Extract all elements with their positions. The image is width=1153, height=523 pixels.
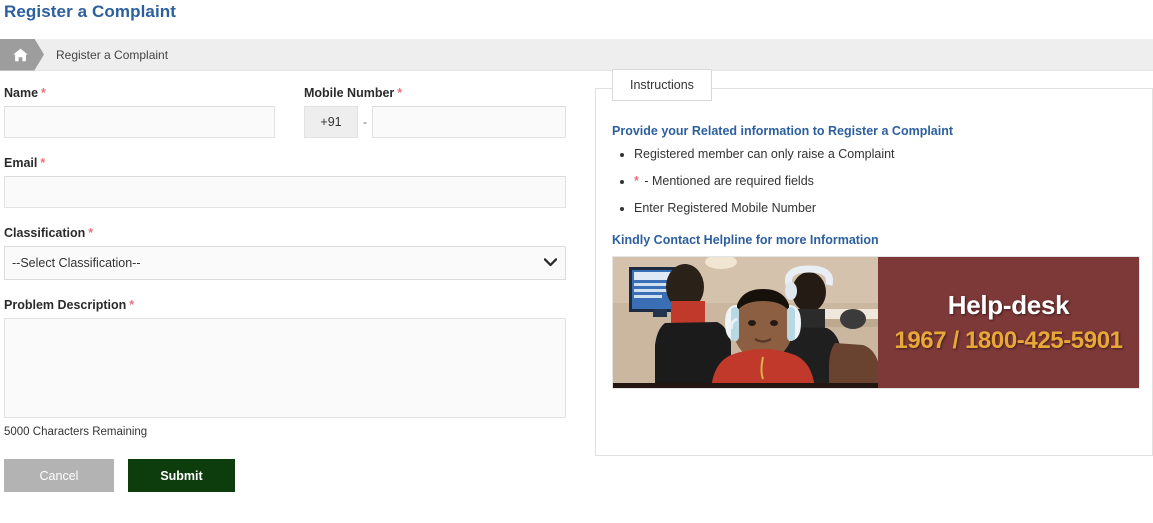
page-title: Register a Complaint [4,2,177,21]
classification-select[interactable]: --Select Classification-- [4,246,566,280]
required-asterisk: * [41,86,46,100]
instructions-lead: Provide your Related information to Regi… [612,124,954,138]
character-counter: 5000 Characters Remaining [4,426,148,438]
problem-description-textarea[interactable] [4,318,566,418]
submit-button[interactable]: Submit [128,459,235,492]
required-asterisk: * [634,173,639,188]
required-asterisk: * [40,156,46,170]
mobile-label: Mobile Number * [304,86,403,100]
field-group-email: Email * [4,156,566,208]
helpdesk-banner: Help-desk 1967 / 1800-425-5901 [612,256,1140,390]
helpdesk-title: Help-desk [947,290,1070,321]
form-actions: Cancel Submit [4,459,566,492]
mobile-number-input[interactable] [372,106,566,138]
breadcrumb: Register a Complaint [0,38,1153,71]
helpdesk-numbers: 1967 / 1800-425-5901 [894,327,1123,355]
instructions-panel: Instructions Provide your Related inform… [595,69,1153,456]
mobile-separator: - [363,115,367,129]
required-asterisk: * [129,298,135,312]
email-label: Email * [4,156,46,170]
list-item: Registered member can only raise a Compl… [634,147,1136,162]
required-asterisk: * [88,226,94,240]
country-code-box: +91 [304,106,358,138]
helpdesk-contact: Help-desk 1967 / 1800-425-5901 [878,257,1139,389]
home-icon [12,47,29,63]
field-group-problem-description: Problem Description * 5000 Characters Rem… [4,298,566,438]
breadcrumb-current-label: Register a Complaint [56,47,169,62]
list-item: Enter Registered Mobile Number [634,201,1136,216]
field-group-mobile: Mobile Number * +91 - [304,86,566,138]
problem-description-label: Problem Description * [4,298,135,312]
instructions-list: Registered member can only raise a Compl… [634,147,1136,216]
required-asterisk: * [397,86,403,100]
instructions-panel-box: Instructions Provide your Related inform… [595,69,1153,456]
field-group-classification: Classification * --Select Classification-… [4,226,566,280]
list-item: * - Mentioned are required fields [634,173,1136,189]
mobile-input-group: +91 - [304,106,566,138]
helpline-heading: Kindly Contact Helpline for more Informa… [612,233,879,248]
classification-select-wrapper: --Select Classification-- [4,246,566,280]
classification-label: Classification * [4,226,94,240]
tab-instructions[interactable]: Instructions [612,69,712,101]
call-center-photo [613,257,878,389]
form-row-name-mobile: Name * Mobile Number * +91 - [4,86,566,138]
breadcrumb-home-button[interactable] [0,38,44,71]
name-label: Name * [4,86,46,100]
cancel-button[interactable]: Cancel [4,459,114,492]
instructions-content: Provide your Related information to Regi… [596,88,1152,390]
email-input[interactable] [4,176,566,208]
field-group-name: Name * [4,86,275,138]
name-input[interactable] [4,106,275,138]
complaint-form: Name * Mobile Number * +91 - Email * Classi… [4,86,566,492]
